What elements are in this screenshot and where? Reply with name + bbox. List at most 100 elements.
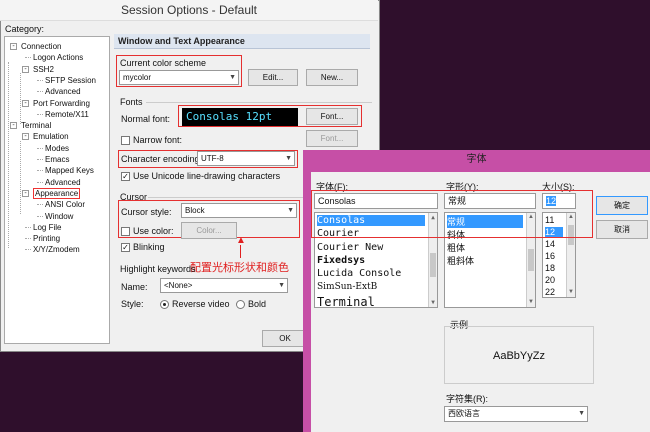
category-tree[interactable]: - Connection Logon Actions - SSH2 SFTP Sessio…: [4, 36, 110, 344]
encoding-value: UTF-8: [201, 154, 224, 163]
tree-item[interactable]: Logon Actions: [33, 52, 83, 63]
tree-toggle-icon[interactable]: -: [10, 122, 17, 130]
tree-item[interactable]: Port Forwarding: [33, 98, 90, 109]
scroll-down-icon[interactable]: ▼: [527, 298, 535, 307]
list-item[interactable]: 14: [545, 239, 563, 249]
list-item[interactable]: Lucida Console: [317, 268, 425, 279]
tree-toggle-icon[interactable]: -: [22, 65, 29, 73]
list-item[interactable]: 粗斜体: [447, 254, 523, 267]
tree-connector: [37, 159, 43, 160]
tree-toggle-icon[interactable]: -: [22, 133, 29, 141]
use-color-label: Use color:: [133, 226, 174, 236]
color-scheme-select[interactable]: mycolor ▼: [119, 70, 239, 85]
tree-connector: [37, 91, 43, 93]
bold-label: Bold: [248, 299, 267, 309]
highlight-name-select[interactable]: <None> ▼: [160, 278, 288, 293]
reverse-video-radio[interactable]: [160, 300, 169, 309]
tree-item[interactable]: Advanced: [45, 177, 81, 188]
scroll-thumb[interactable]: [430, 253, 436, 277]
blinking-checkbox[interactable]: ✓: [121, 243, 130, 252]
cursor-style-select[interactable]: Block ▼: [181, 203, 297, 218]
tree-item[interactable]: Window: [45, 211, 73, 222]
tree-item-label: Appearance: [33, 187, 81, 199]
unicode-line-checkbox[interactable]: ✓: [121, 172, 130, 181]
tree-item[interactable]: SFTP Session: [45, 75, 96, 86]
scroll-down-icon[interactable]: ▼: [429, 298, 437, 307]
list-item[interactable]: 20: [545, 275, 563, 285]
charset-select[interactable]: 西欧语言 ▼: [444, 406, 588, 422]
tree-connector: [37, 215, 43, 217]
scroll-down-icon[interactable]: ▼: [567, 288, 575, 297]
annotation-arrow-line: [240, 245, 241, 258]
tree-item[interactable]: ANSI Color: [45, 199, 85, 210]
tree-item[interactable]: Emacs: [45, 154, 69, 165]
use-color-checkbox[interactable]: [121, 227, 130, 236]
tree-item-label: Log File: [33, 222, 62, 232]
tree-toggle-icon[interactable]: -: [10, 43, 17, 50]
new-scheme-button[interactable]: New...: [306, 69, 358, 86]
list-item[interactable]: 16: [545, 251, 563, 261]
tree-item-label: ANSI Color: [45, 200, 86, 210]
list-item[interactable]: 22: [545, 287, 563, 297]
chevron-down-icon: ▼: [229, 74, 236, 81]
tree-item-label: Modes: [45, 143, 70, 153]
tree-item[interactable]: Printing: [33, 233, 60, 244]
tree-connector: [25, 238, 31, 240]
list-item[interactable]: SimSun-ExtB: [317, 282, 425, 292]
tree-item-label: SSH2: [33, 64, 54, 74]
chevron-down-icon: ▼: [285, 155, 292, 162]
window-title: Session Options - Default: [0, 0, 378, 21]
ok-button[interactable]: OK: [262, 330, 308, 347]
list-item[interactable]: 18: [545, 263, 563, 273]
tree-item[interactable]: Connection: [21, 41, 61, 52]
edit-scheme-button[interactable]: Edit...: [248, 69, 298, 86]
tree-toggle-icon[interactable]: -: [22, 189, 29, 197]
tree-item[interactable]: Remote/X11: [45, 109, 89, 120]
tree-item[interactable]: Log File: [33, 222, 61, 233]
tree-connector: [37, 204, 43, 206]
tree-toggle-icon[interactable]: -: [22, 99, 29, 107]
tree-item[interactable]: X/Y/Zmodem: [33, 244, 80, 255]
cursor-annotation: 配置光标形状和颜色: [190, 262, 289, 274]
list-item[interactable]: Courier New: [317, 242, 425, 253]
tree-item[interactable]: SSH2: [33, 64, 54, 75]
normal-font-label: Normal font:: [121, 114, 171, 124]
tree-item-label: Advanced: [45, 177, 81, 187]
list-item[interactable]: Terminal: [317, 295, 425, 307]
tree-item-label: SFTP Session: [45, 75, 96, 85]
color-scheme-value: mycolor: [123, 73, 152, 82]
panel-title: Window and Text Appearance: [114, 34, 370, 49]
normal-font-button[interactable]: Font...: [306, 108, 358, 125]
tree-guide-line: [20, 72, 21, 125]
scroll-thumb[interactable]: [528, 249, 534, 271]
unicode-line-label: Use Unicode line-drawing characters: [133, 171, 281, 181]
bold-radio[interactable]: [236, 300, 245, 309]
list-item[interactable]: 粗体: [447, 241, 523, 254]
font-cancel-button[interactable]: 取消: [596, 220, 648, 239]
highlight-style-label: Style:: [121, 299, 144, 309]
fonts-group-label: Fonts: [120, 97, 143, 107]
tree-connector: [25, 57, 31, 59]
highlight-name-value: <None>: [164, 281, 193, 290]
tree-item[interactable]: Mapped Keys: [45, 165, 94, 176]
tree-item-label: Emulation: [33, 132, 69, 142]
fonts-group-divider: [146, 102, 372, 103]
tree-item-label: Window: [45, 211, 74, 221]
tree-item[interactable]: Modes: [45, 143, 69, 154]
tree-item-label: Port Forwarding: [33, 98, 90, 108]
tree-item[interactable]: Appearance: [33, 187, 81, 199]
tree-item[interactable]: Terminal: [21, 120, 51, 131]
narrow-font-button[interactable]: Font...: [306, 130, 358, 147]
tree-item-label: X/Y/Zmodem: [33, 245, 80, 255]
narrow-font-checkbox[interactable]: [121, 136, 130, 145]
encoding-select[interactable]: UTF-8 ▼: [197, 151, 295, 166]
list-item[interactable]: Fixedsys: [317, 255, 425, 266]
cursor-color-button[interactable]: Color...: [181, 222, 237, 239]
tree-connector: [37, 113, 43, 115]
tree-connector: [37, 147, 43, 149]
tree-item[interactable]: Advanced: [45, 86, 81, 97]
tree-item[interactable]: Emulation: [33, 131, 69, 142]
font-selection-highlight: [311, 190, 593, 238]
font-ok-button[interactable]: 确定: [596, 196, 648, 215]
charset-value: 西欧语言: [448, 409, 480, 418]
